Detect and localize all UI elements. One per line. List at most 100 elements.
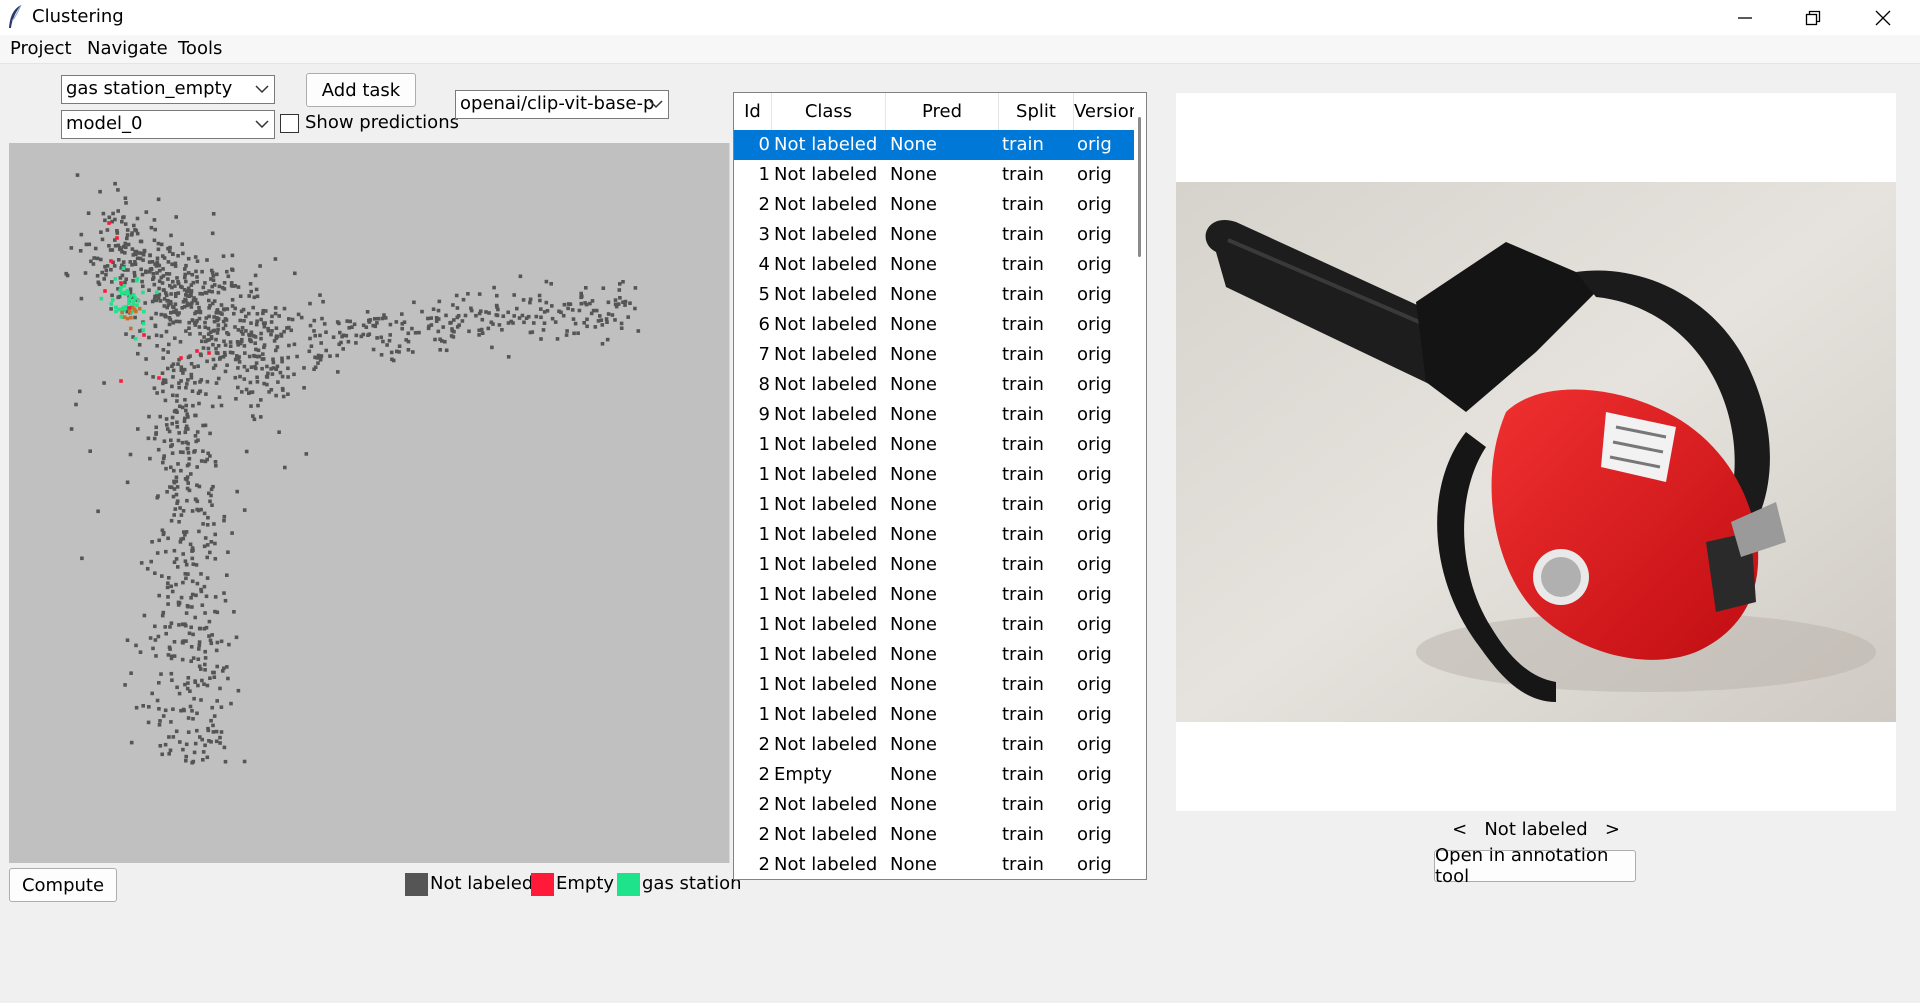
table-row[interactable]: 1 Not labeled None train orig xyxy=(734,670,1134,700)
task-select[interactable]: gas station_empty xyxy=(61,75,275,104)
menu-navigate[interactable]: Navigate xyxy=(87,38,168,59)
table-row[interactable]: 1 Not labeled None train orig xyxy=(734,460,1134,490)
column-header-class[interactable]: Class xyxy=(772,93,886,130)
scatter-point xyxy=(184,279,188,284)
cell-class: Not labeled xyxy=(774,794,878,815)
table-row[interactable]: 1 Not labeled None train orig xyxy=(734,490,1134,520)
scatter-point xyxy=(209,641,214,646)
scatter-point xyxy=(184,403,188,408)
table-row[interactable]: 8 Not labeled None train orig xyxy=(734,370,1134,400)
scatter-point xyxy=(239,329,244,334)
scatter-point xyxy=(153,624,157,629)
scatter-point xyxy=(413,331,418,335)
scatter-point xyxy=(159,312,164,317)
show-predictions-checkbox[interactable] xyxy=(280,114,299,133)
embedding-model-select[interactable]: openai/clip-vit-base-p xyxy=(455,90,669,119)
table-row[interactable]: 1 Not labeled None train orig xyxy=(734,160,1134,190)
scatter-point xyxy=(340,334,344,339)
scatter-point xyxy=(186,378,190,382)
cell-version: orig xyxy=(1077,554,1112,575)
scatter-point xyxy=(495,313,500,318)
scatter-point xyxy=(169,621,174,625)
table-row[interactable]: 1 Not labeled None train orig xyxy=(734,580,1134,610)
scatter-point xyxy=(187,462,191,466)
scatter-point xyxy=(184,611,189,615)
model-select[interactable]: model_0 xyxy=(61,110,275,139)
cell-split: train xyxy=(1002,524,1044,545)
scatter-point xyxy=(180,657,185,662)
menu-tools[interactable]: Tools xyxy=(178,38,222,59)
scatter-point xyxy=(151,275,156,280)
show-predictions-label: Show predictions xyxy=(305,112,459,133)
table-row[interactable]: 0 Not labeled None train orig xyxy=(734,130,1134,160)
scatter-point xyxy=(324,330,328,334)
compute-button[interactable]: Compute xyxy=(9,868,117,902)
table-row[interactable]: 2 Empty None train orig xyxy=(734,760,1134,790)
open-annotation-tool-button[interactable]: Open in annotation tool xyxy=(1434,845,1636,887)
scatter-point xyxy=(184,742,189,747)
table-row[interactable]: 6 Not labeled None train orig xyxy=(734,310,1134,340)
scatter-point xyxy=(213,460,218,464)
scatter-point xyxy=(110,298,115,302)
cell-class: Not labeled xyxy=(774,374,878,395)
cell-class: Not labeled xyxy=(774,134,878,155)
menu-project[interactable]: Project xyxy=(10,38,72,59)
scatter-point xyxy=(157,263,162,268)
scatter-point xyxy=(181,552,185,556)
previous-image-button[interactable]: < xyxy=(1452,819,1467,840)
scatter-point xyxy=(385,343,389,347)
add-task-button[interactable]: Add task xyxy=(306,73,416,107)
next-image-button[interactable]: > xyxy=(1605,819,1620,840)
scatter-point xyxy=(337,342,341,347)
table-row[interactable]: 2 Not labeled None train orig xyxy=(734,790,1134,820)
cell-version: orig xyxy=(1077,314,1112,335)
table-row[interactable]: 1 Not labeled None train orig xyxy=(734,610,1134,640)
cell-pred: None xyxy=(890,194,937,215)
cell-split: train xyxy=(1002,854,1044,875)
scatter-point xyxy=(571,317,576,321)
table-row[interactable]: 1 Not labeled None train orig xyxy=(734,430,1134,460)
table-row[interactable]: 2 Not labeled None train orig xyxy=(734,850,1134,879)
table-row[interactable]: 3 Not labeled None train orig xyxy=(734,220,1134,250)
column-header-split[interactable]: Split xyxy=(999,93,1074,130)
table-row[interactable]: 1 Not labeled None train orig xyxy=(734,700,1134,730)
scatter-point xyxy=(176,565,180,569)
close-button[interactable] xyxy=(1848,0,1918,35)
cluster-scatter-plot[interactable] xyxy=(9,143,730,863)
scatter-point xyxy=(200,269,204,274)
table-row[interactable]: 2 Not labeled None train orig xyxy=(734,820,1134,850)
embedding-model-value: openai/clip-vit-base-p xyxy=(460,93,655,114)
column-header-pred[interactable]: Pred xyxy=(886,93,999,130)
minimize-button[interactable] xyxy=(1710,0,1780,35)
model-select-value: model_0 xyxy=(66,113,143,134)
table-row[interactable]: 1 Not labeled None train orig xyxy=(734,640,1134,670)
cell-split: train xyxy=(1002,764,1044,785)
table-row[interactable]: 7 Not labeled None train orig xyxy=(734,340,1134,370)
scatter-point xyxy=(312,329,316,333)
scatter-point xyxy=(387,338,392,343)
table-row[interactable]: 1 Not labeled None train orig xyxy=(734,550,1134,580)
table-row[interactable]: 4 Not labeled None train orig xyxy=(734,250,1134,280)
table-row[interactable]: 1 Not labeled None train orig xyxy=(734,520,1134,550)
scatter-point xyxy=(109,302,114,306)
table-scrollbar[interactable] xyxy=(1134,93,1146,879)
scrollbar-thumb[interactable] xyxy=(1138,117,1141,257)
column-header-version[interactable]: Version xyxy=(1074,93,1140,130)
samples-table[interactable]: Id Class Pred Split Version 0 Not labeled… xyxy=(733,92,1147,880)
scatter-point xyxy=(184,754,188,759)
scatter-point xyxy=(487,311,491,315)
table-row[interactable]: 5 Not labeled None train orig xyxy=(734,280,1134,310)
scatter-point xyxy=(200,292,204,296)
table-row[interactable]: 2 Not labeled None train orig xyxy=(734,730,1134,760)
table-row[interactable]: 9 Not labeled None train orig xyxy=(734,400,1134,430)
scatter-point xyxy=(197,325,202,329)
table-row[interactable]: 2 Not labeled None train orig xyxy=(734,190,1134,220)
column-header-id[interactable]: Id xyxy=(734,93,772,130)
scatter-point xyxy=(152,218,157,222)
cell-version: orig xyxy=(1077,254,1112,275)
scatter-point xyxy=(181,707,186,712)
scatter-point xyxy=(307,349,312,354)
scatter-point xyxy=(124,306,128,311)
restore-button[interactable] xyxy=(1778,0,1848,35)
scatter-point xyxy=(169,720,173,724)
